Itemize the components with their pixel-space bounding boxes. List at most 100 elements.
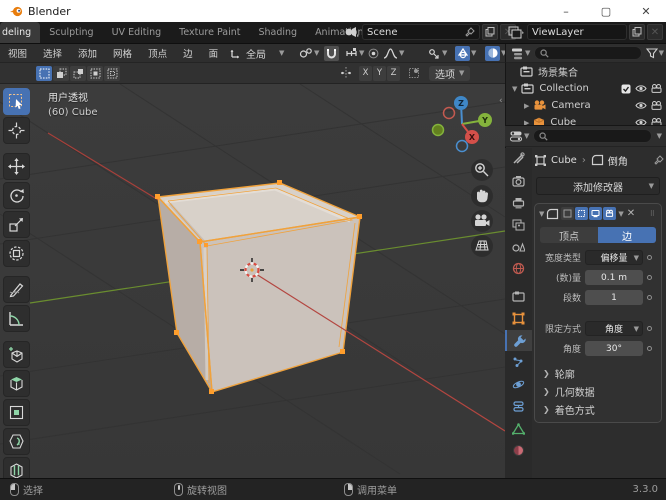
tool-extrude-region[interactable] — [3, 370, 30, 397]
tool-annotate[interactable] — [3, 276, 30, 303]
delete-viewlayer-button[interactable]: ✕ — [647, 24, 663, 40]
animate-dot[interactable] — [647, 346, 652, 351]
angle-field[interactable]: 30° — [585, 341, 643, 356]
tab-output[interactable] — [505, 192, 532, 213]
transform-orientation-dropdown[interactable]: 全局 ▼ — [226, 45, 288, 61]
scene-name-field[interactable]: Scene — [362, 24, 480, 40]
tab-scene[interactable] — [505, 236, 532, 257]
tab-view-layer[interactable] — [505, 214, 532, 235]
proportional-falloff-dropdown[interactable]: ▼ — [380, 45, 408, 61]
scene-icon[interactable] — [343, 25, 360, 40]
viewlayer-icon[interactable] — [508, 25, 525, 40]
new-scene-button[interactable] — [482, 24, 498, 40]
tool-select-box[interactable] — [3, 88, 30, 115]
tool-inset-faces[interactable] — [3, 399, 30, 426]
tab-world[interactable] — [505, 258, 532, 279]
workspace-tab-modeling[interactable]: deling — [0, 22, 41, 43]
properties-search-input[interactable] — [533, 129, 652, 143]
tab-object[interactable] — [505, 308, 532, 329]
menu-vertex[interactable]: 顶点 — [140, 46, 175, 60]
render-camera-icon[interactable] — [651, 101, 662, 110]
drag-handle-icon[interactable]: ⠿ — [650, 210, 656, 218]
new-viewlayer-button[interactable] — [629, 24, 645, 40]
tool-cursor[interactable] — [3, 117, 30, 144]
section-profile[interactable]: ❯ 轮廓 — [535, 364, 661, 382]
select-mode-intersect[interactable] — [104, 65, 120, 81]
breadcrumb-modifier[interactable]: 倒角 — [608, 153, 628, 168]
tool-measure[interactable] — [3, 305, 30, 332]
expand-arrow-icon[interactable]: ▼ — [512, 85, 517, 93]
pin-icon[interactable] — [464, 26, 475, 38]
menu-mesh[interactable]: 网格 — [105, 46, 140, 60]
mirror-y-toggle[interactable]: Y — [373, 65, 386, 81]
maximize-button[interactable]: ▢ — [586, 0, 626, 22]
pin-icon[interactable] — [653, 154, 664, 166]
render-camera-icon[interactable] — [651, 118, 662, 125]
affect-vertices-tab[interactable]: 顶点 — [540, 227, 598, 243]
tool-rotate[interactable] — [3, 182, 30, 209]
section-shading[interactable]: ❯ 着色方式 — [535, 400, 661, 418]
animate-dot[interactable] — [647, 326, 652, 331]
workspace-tab-texture-paint[interactable]: Texture Paint — [170, 22, 249, 43]
outliner-editor-type-dropdown[interactable]: ▼ — [510, 47, 530, 60]
limit-method-dropdown[interactable]: 角度 ▼ — [585, 321, 643, 336]
eye-icon[interactable] — [635, 84, 647, 93]
tab-material[interactable] — [505, 440, 532, 461]
modifier-extras-dropdown[interactable]: ▼ — [618, 210, 623, 218]
tab-data[interactable] — [505, 418, 532, 439]
show-gizmo-dropdown[interactable]: ▼ — [424, 45, 451, 61]
snap-face-nearest-icon[interactable] — [406, 66, 421, 81]
tool-bevel[interactable] — [3, 428, 30, 455]
animate-dot[interactable] — [647, 275, 652, 280]
select-mode-extend[interactable] — [53, 65, 69, 81]
section-geometry[interactable]: ❯ 几何数据 — [535, 382, 661, 400]
workspace-tab-sculpting[interactable]: Sculpting — [40, 22, 102, 43]
breadcrumb-object[interactable]: Cube — [551, 155, 577, 166]
toggle-realtime[interactable] — [589, 207, 603, 220]
tool-transform[interactable] — [3, 240, 30, 267]
tab-physics[interactable] — [505, 374, 532, 395]
tab-collection[interactable] — [505, 286, 532, 307]
tool-move[interactable] — [3, 153, 30, 180]
tab-particles[interactable] — [505, 352, 532, 373]
sidebar-toggle-arrow[interactable]: ‹ — [499, 96, 503, 106]
outliner-item-camera[interactable]: ▶ Camera — [506, 97, 666, 114]
animate-dot[interactable] — [647, 295, 652, 300]
tool-options-dropdown[interactable]: 选项 ▼ — [429, 65, 471, 81]
menu-select[interactable]: 选择 — [35, 46, 70, 60]
tool-add-cube[interactable] — [3, 341, 30, 368]
mirror-x-toggle[interactable]: X — [359, 65, 372, 81]
pivot-point-dropdown[interactable]: ▼ — [296, 45, 323, 61]
menu-face[interactable]: 面 — [201, 46, 227, 60]
viewport-3d[interactable]: Z Y X ‹ — [0, 84, 505, 478]
eye-icon[interactable] — [635, 118, 647, 125]
tab-modifiers[interactable] — [505, 330, 532, 351]
render-camera-icon[interactable] — [651, 84, 662, 93]
segments-field[interactable]: 1 — [585, 290, 643, 305]
properties-filter-dropdown[interactable]: ▼ — [657, 132, 662, 140]
workspace-tab-uv-editing[interactable]: UV Editing — [103, 22, 171, 43]
toggle-edit-mode[interactable] — [575, 207, 589, 220]
select-mode-invert[interactable] — [87, 65, 103, 81]
toggle-render[interactable] — [603, 207, 617, 220]
add-modifier-dropdown[interactable]: 添加修改器 ▼ — [536, 177, 660, 195]
snap-toggle[interactable] — [324, 46, 339, 61]
close-button[interactable]: ✕ — [626, 0, 666, 22]
menu-add[interactable]: 添加 — [70, 46, 105, 60]
animate-dot[interactable] — [647, 255, 652, 260]
viewlayer-name-field[interactable]: ViewLayer — [527, 24, 627, 40]
tab-render[interactable] — [505, 170, 532, 191]
workspace-tab-shading[interactable]: Shading — [249, 22, 306, 43]
show-overlays-dropdown[interactable]: ▼ — [452, 45, 480, 61]
tab-constraints[interactable] — [505, 396, 532, 417]
checkbox-icon[interactable] — [621, 84, 631, 94]
eye-icon[interactable] — [635, 101, 647, 110]
filter-icon[interactable] — [645, 47, 658, 59]
amount-field[interactable]: 0.1 m — [585, 270, 643, 285]
tab-tool[interactable] — [505, 148, 532, 169]
menu-view[interactable]: 视图 — [0, 46, 35, 60]
minimize-button[interactable]: – — [546, 0, 586, 22]
menu-edge[interactable]: 边 — [175, 46, 201, 60]
select-mode-subtract[interactable] — [70, 65, 86, 81]
gizmo-neg-y[interactable] — [431, 123, 445, 137]
